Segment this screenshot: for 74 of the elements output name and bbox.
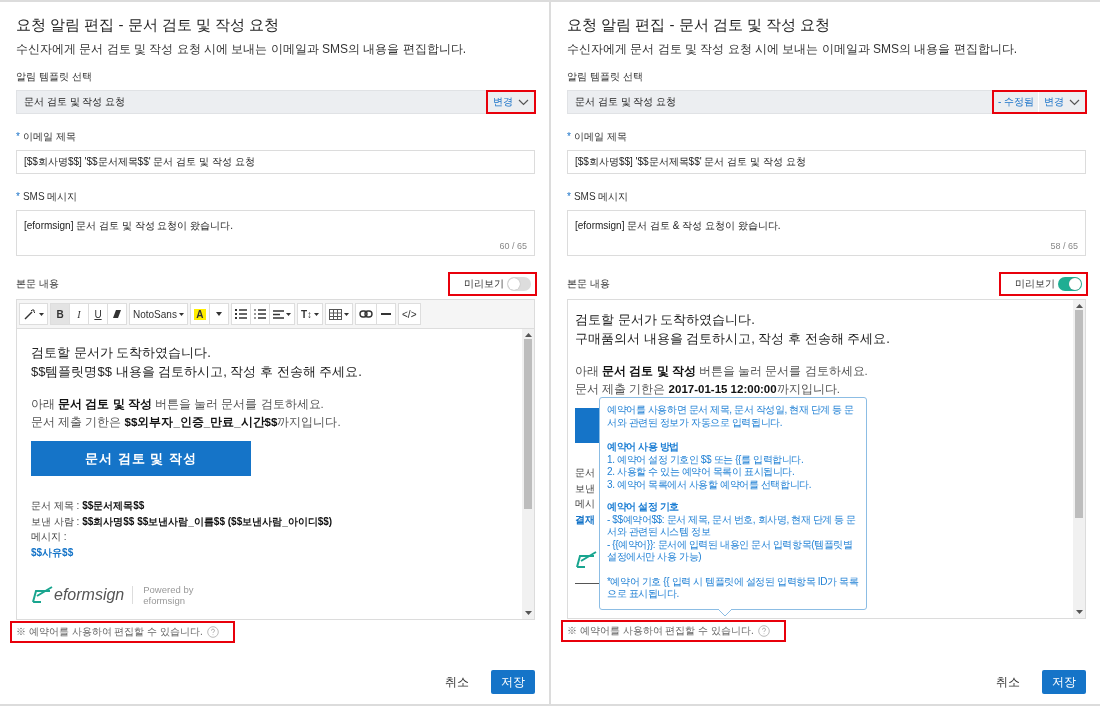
field-label: 알림 템플릿 선택 — [567, 70, 644, 84]
cancel-button[interactable]: 취소 — [986, 670, 1030, 694]
message-heading: 검토할 문서가 도착하였습니다. — [31, 344, 212, 362]
message-heading: $$템플릿명$$ 내용을 검토하시고, 작성 후 전송해 주세요. — [31, 363, 363, 381]
toolbar-button[interactable]: U — [88, 303, 108, 325]
toolbar-button[interactable]: </> — [398, 303, 421, 325]
cancel-button[interactable]: 취소 — [435, 670, 479, 694]
field-label: 본문 내용 — [567, 277, 610, 291]
brand-logo: eformsign — [31, 586, 134, 604]
save-button[interactable]: 저장 — [491, 670, 535, 694]
tooltip-text: - $$예약어$$: 문서 제목, 문서 번호, 회사명, 현재 단계 등 문서와 관련된 시스템 정보 — [607, 513, 857, 539]
tooltip-text: *예약어 기호 {{ 입력 시 템플릿에 설정된 입력항목 ID가 목록으로 표시됩니다. — [607, 575, 859, 601]
required-mark: * — [16, 191, 20, 202]
info-line: 문서 제목 : $$문서제목$$ — [31, 499, 145, 513]
tooltip-text: 1. 예약어 설정 기호인 $$ 또는 {{를 입력합니다. — [607, 453, 805, 466]
info-line: 보낸 — [575, 481, 595, 496]
required-mark: * — [567, 191, 571, 202]
template-value: 문서 검토 및 작성 요청 — [574, 95, 678, 109]
info-line: $$사유$$ — [31, 545, 74, 560]
toolbar-button[interactable]: B — [50, 303, 70, 325]
character-count: 60 / 65 — [499, 241, 527, 251]
powered-by-text: Powered by — [143, 584, 194, 595]
template-select[interactable]: 문서 검토 및 작성 요청 - 수정됨 변경 — [567, 90, 1086, 114]
tooltip-text: - {{예약어}}: 문서에 입력된 내용인 문서 입력항목(템플릿별 설정에서만 사용 가능) — [607, 538, 854, 564]
info-line: 문서 — [575, 466, 595, 480]
character-count: 58 / 65 — [1050, 241, 1078, 251]
field-label: 이메일 제목 — [573, 131, 627, 142]
field-label: 본문 내용 — [16, 277, 59, 291]
message-text: 아래 문서 검토 및 작성 버튼을 눌러 문서를 검토하세요. — [31, 397, 325, 412]
dialog-title: 요청 알림 편집 - 문서 검토 및 작성 요청 — [16, 16, 281, 35]
preview-label: 미리보기 — [464, 277, 504, 291]
toolbar-button[interactable]: A — [189, 303, 210, 325]
required-mark: * — [567, 131, 571, 142]
sms-message-field[interactable]: [eformsign] 문서 검토 및 작성 요청이 왔습니다. 60 / 65 — [16, 210, 535, 256]
message-text: 문서 제출 기한은 $$외부자_인증_만료_시간$$까지입니다. — [31, 415, 342, 430]
required-mark: * — [16, 131, 20, 142]
sms-text: [eformsign] 문서 검토 & 작성 요청이 왔습니다. — [575, 219, 782, 233]
powered-by-text: eformsign — [143, 595, 186, 606]
sms-message-field[interactable]: [eformsign] 문서 검토 & 작성 요청이 왔습니다. 58 / 65 — [567, 210, 1086, 256]
dialog-title: 요청 알림 편집 - 문서 검토 및 작성 요청 — [567, 16, 832, 35]
message-text: 문서 제출 기한은 2017-01-15 12:00:00까지입니다. — [575, 382, 841, 397]
change-button[interactable]: 변경 — [488, 92, 534, 112]
tooltip-text: 2. 사용할 수 있는 예약어 목록이 표시됩니다. — [607, 466, 796, 479]
field-label: 알림 템플릿 선택 — [16, 70, 93, 84]
save-button[interactable]: 저장 — [1042, 670, 1086, 694]
tooltip-text: 3. 예약어 목록에서 사용할 예약어를 선택합니다. — [607, 478, 813, 491]
hint-text: ※ 예약어를 사용하여 편집할 수 있습니다. — [567, 624, 754, 638]
toolbar-button[interactable]: NotoSans — [129, 303, 188, 325]
sms-text: [eformsign] 문서 검토 및 작성 요청이 왔습니다. — [24, 219, 234, 233]
toolbar-button[interactable]: I — [69, 303, 89, 325]
template-select[interactable]: 문서 검토 및 작성 요청 변경 — [16, 90, 535, 114]
info-line: 보낸 사람 : $$회사명$$ $$보낸사람_이름$$ ($$보낸사람_아이디$$) — [31, 514, 333, 529]
tooltip-text: 예약어 사용 방법 — [607, 441, 680, 454]
tooltip-text: 예약어를 사용하면 문서 제목, 문서 작성일, 현재 단계 등 문서와 관련된 정보가 자동으로 입력됩니다. — [607, 404, 855, 429]
tooltip-text: 예약어 설정 기호 — [607, 501, 680, 514]
toolbar-button[interactable]: T↕ — [296, 303, 324, 325]
message-heading: 구매품의서 내용을 검토하시고, 작성 후 전송해 주세요. — [575, 330, 891, 348]
dialog-description: 수신자에게 문서 검토 및 작성 요청 시에 보내는 이메일과 SMS의 내용을 편집합니다. — [16, 41, 467, 58]
info-line: 메시 — [575, 497, 595, 511]
change-button[interactable]: 변경 — [1039, 92, 1085, 112]
message-heading: 검토할 문서가 도착하였습니다. — [575, 311, 756, 329]
hint-text: ※ 예약어를 사용하여 편집할 수 있습니다. — [16, 625, 203, 639]
email-subject-field[interactable]: [$$회사명$$] '$$문서제목$$' 문서 검토 및 작성 요청 — [16, 150, 535, 174]
info-line: 메시지 : — [31, 530, 67, 544]
field-label: 이메일 제목 — [22, 131, 76, 142]
info-line: 결재 — [575, 512, 595, 527]
field-label: SMS 메시지 — [573, 191, 629, 202]
field-label: SMS 메시지 — [22, 191, 78, 202]
message-text: 아래 문서 검토 및 작성 버튼을 눌러 문서를 검토하세요. — [575, 364, 869, 379]
template-value: 문서 검토 및 작성 요청 — [23, 95, 127, 109]
modified-tag: - 수정됨 — [993, 92, 1039, 112]
preview-label: 미리보기 — [1015, 277, 1055, 291]
dialog-description: 수신자에게 문서 검토 및 작성 요청 시에 보내는 이메일과 SMS의 내용을 편집합니다. — [567, 41, 1018, 58]
email-subject-field[interactable]: [$$회사명$$] '$$문서제목$$' 문서 검토 및 작성 요청 — [567, 150, 1086, 174]
